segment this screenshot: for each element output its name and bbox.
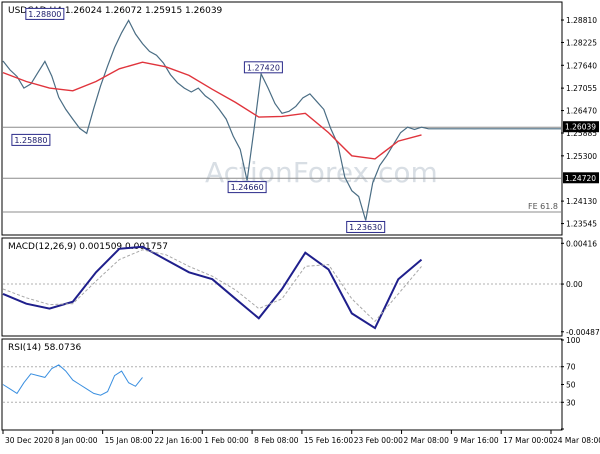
fe-level-label: FE 61.8 [528, 202, 558, 211]
price-y-tick-label-1: 1.28225 [566, 38, 597, 47]
macd-y-tick-label-1: 0.00 [566, 280, 583, 289]
x-tick-label-3: 22 Jan 16:00 [154, 436, 202, 445]
price-y-tick-label-7: 1.24130 [566, 197, 597, 206]
x-tick-label-0: 30 Dec 2020 [5, 436, 53, 445]
rsi-y-tick-label-3: 30 [566, 398, 576, 407]
price-y-tick-label-4: 1.26470 [566, 107, 597, 116]
chart-root: ActionForex.com USDCAD,H4 1.26024 1.2607… [0, 0, 600, 450]
x-tick-label-7: 23 Feb 00:00 [354, 436, 403, 445]
x-tick-label-4: 1 Feb 00:00 [204, 436, 249, 445]
price-tag-label-1: 1.24720 [565, 174, 596, 183]
price-y-tick-label-3: 1.27055 [566, 84, 597, 93]
rsi-y-tick-label-0: 100 [566, 336, 581, 345]
price-y-tick-label-0: 1.28810 [566, 16, 597, 25]
price-annotation-label-4: 1.23630 [349, 223, 382, 232]
x-tick-label-9: 9 Mar 16:00 [453, 436, 499, 445]
rsi-y-tick-label-2: 50 [566, 381, 576, 390]
price-annotation-label-0: 1.28800 [28, 10, 61, 19]
rsi-panel-title: RSI(14) 58.0736 [8, 343, 81, 353]
price-annotation-label-1: 1.25880 [14, 136, 47, 145]
price-annotation-label-2: 1.27420 [247, 63, 280, 72]
x-tick-label-11: 24 Mar 08:00 [553, 436, 600, 445]
price-tag-label-0: 1.26039 [565, 123, 596, 132]
price-y-tick-label-2: 1.27640 [566, 61, 597, 70]
rsi-y-tick-label-1: 70 [566, 363, 576, 372]
price-y-tick-label-6: 1.25300 [566, 152, 597, 161]
chart-svg: ActionForex.com USDCAD,H4 1.26024 1.2607… [0, 0, 600, 450]
x-tick-label-2: 15 Jan 08:00 [105, 436, 153, 445]
price-annotation-label-3: 1.24660 [231, 183, 264, 192]
x-tick-label-10: 17 Mar 00:00 [503, 436, 553, 445]
x-tick-label-5: 8 Feb 08:00 [254, 436, 299, 445]
macd-y-tick-label-0: 0.00416 [566, 239, 597, 248]
price-y-tick-label-8: 1.23545 [566, 220, 597, 229]
x-tick-label-1: 8 Jan 00:00 [55, 436, 98, 445]
x-tick-label-6: 15 Feb 16:00 [304, 436, 353, 445]
x-tick-label-8: 2 Mar 08:00 [404, 436, 450, 445]
